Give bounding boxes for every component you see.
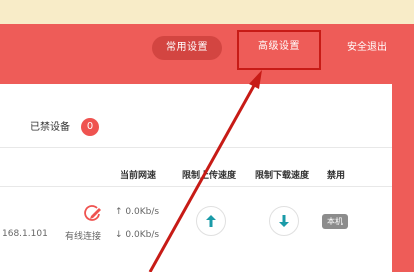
column-header-speed: 当前网速: [120, 171, 157, 181]
panel-edge: [392, 84, 414, 272]
download-arrow-icon: [279, 215, 289, 227]
column-header-upload-limit: 限制上传速度: [182, 171, 237, 181]
device-ip: 168.1.101: [2, 229, 48, 239]
connection-type: 有线连接: [65, 232, 102, 242]
edit-icon[interactable]: [83, 205, 103, 227]
blocked-devices-label[interactable]: 已禁设备: [30, 118, 70, 133]
upload-arrow-icon: [206, 215, 216, 227]
arrow-up-icon: ↑: [115, 207, 126, 217]
divider: [0, 186, 392, 187]
divider: [0, 147, 392, 148]
arrow-down-icon: ↓: [115, 230, 126, 240]
upload-limit-button[interactable]: [196, 206, 226, 236]
upload-speed: ↑ 0.0Kb/s: [115, 207, 160, 217]
nav-logout[interactable]: 安全退出: [332, 36, 402, 60]
column-header-disable: 禁用: [327, 171, 346, 181]
blocked-count-badge: 0: [81, 118, 99, 136]
column-header-download-limit: 限制下载速度: [255, 171, 310, 181]
nav-common-settings[interactable]: 常用设置: [152, 36, 222, 60]
nav-advanced-settings[interactable]: 高级设置: [238, 30, 320, 68]
top-strip: [0, 0, 414, 24]
download-speed: ↓ 0.0Kb/s: [115, 230, 160, 240]
download-limit-button[interactable]: [269, 206, 299, 236]
local-device-tag: 本机: [322, 214, 348, 229]
